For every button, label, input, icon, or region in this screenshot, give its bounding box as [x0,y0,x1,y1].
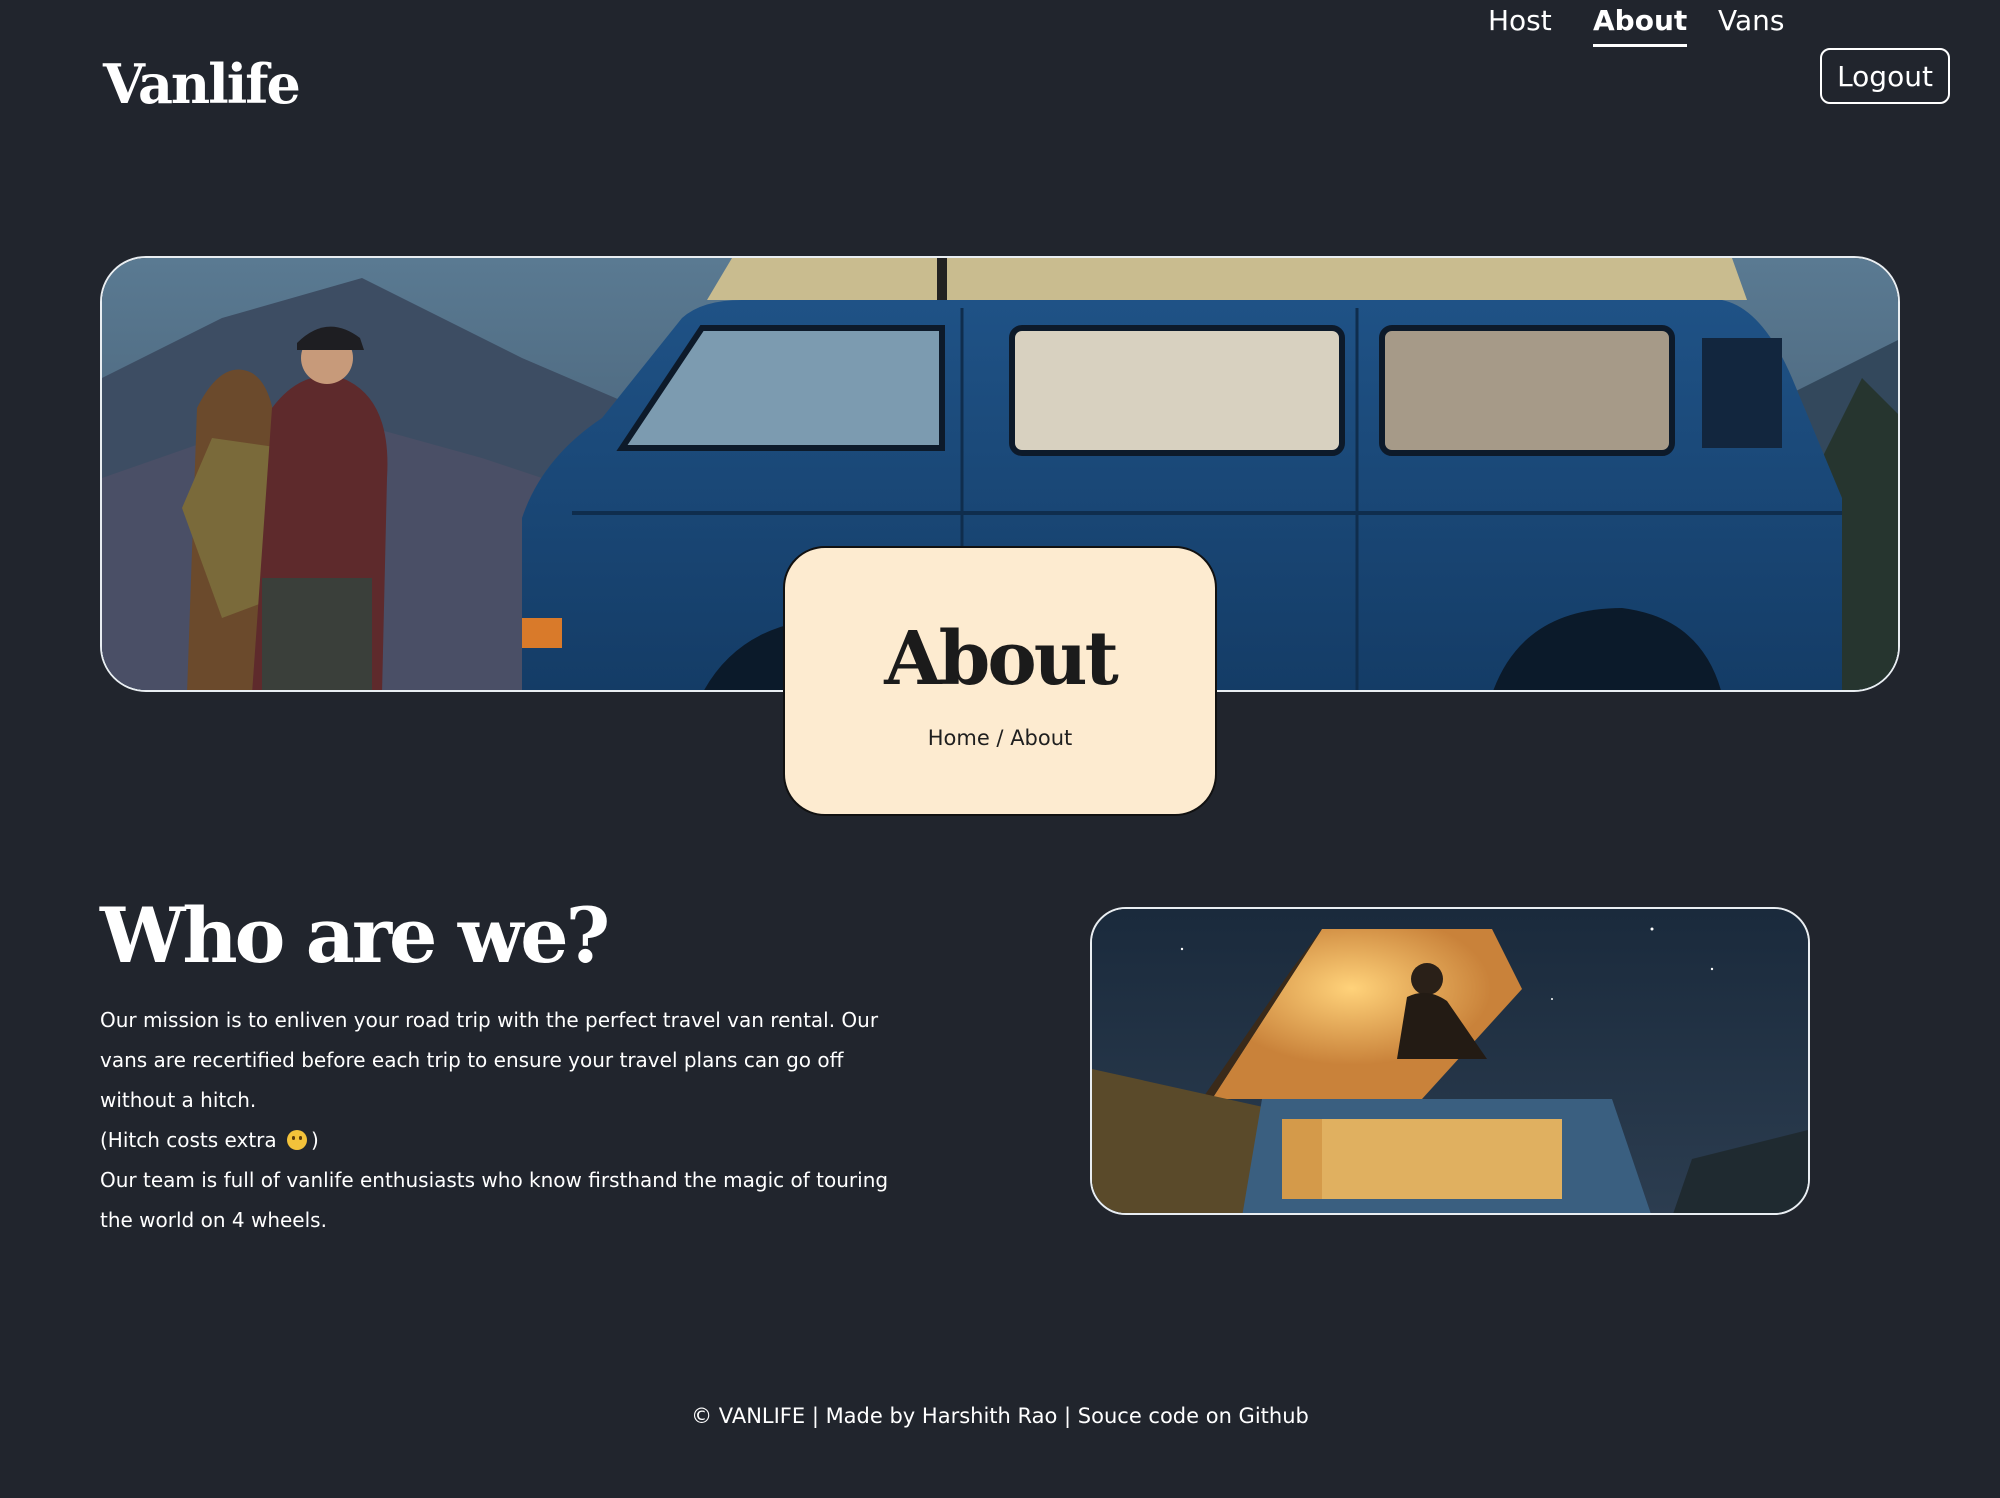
nav-host-link[interactable]: Host [1488,4,1552,37]
section-title: Who are we? [100,891,610,980]
page-title: About [884,616,1119,702]
night-van-image [1090,907,1810,1215]
nav-about-link[interactable]: About [1593,4,1688,47]
site-footer: © VANLIFE | Made by Harshith Rao | Souce… [691,1404,1309,1428]
about-text: Our mission is to enliven your road trip… [100,1000,920,1240]
breadcrumb-separator: / [996,726,1004,750]
breadcrumb-home-link[interactable]: Home [928,726,990,750]
mission-paragraph: Our mission is to enliven your road trip… [100,1008,879,1112]
breadcrumb-current: About [1010,726,1073,750]
site-logo[interactable]: Vanlife [103,52,301,116]
page-title-card: About Home / About [783,546,1217,816]
hitch-note-text: (Hitch costs extra [100,1128,277,1152]
breadcrumb: Home / About [785,726,1215,750]
team-paragraph: Our team is full of vanlife enthusiasts … [100,1168,889,1232]
winking-face-icon [287,1130,308,1150]
hitch-note: (Hitch costs extra ) [100,1120,920,1160]
hitch-note-close: ) [311,1128,319,1152]
nav-vans-link[interactable]: Vans [1718,4,1784,37]
logout-button[interactable]: Logout [1820,48,1950,104]
